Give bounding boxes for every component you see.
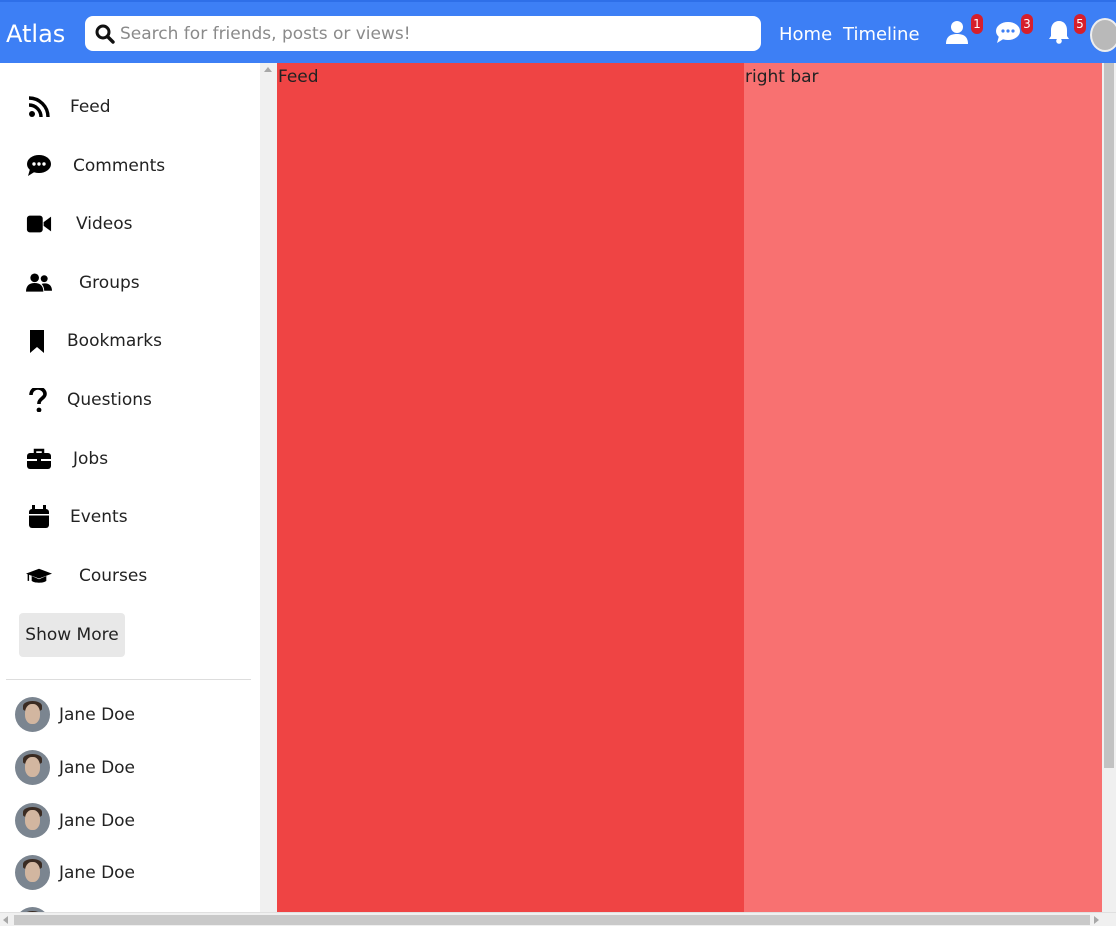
bell-icon [1049, 21, 1069, 44]
friend-avatar [15, 855, 50, 890]
top-bar: Atlas Home Timeline 1 3 5 [0, 0, 1116, 63]
show-more-button[interactable]: Show More [19, 613, 125, 657]
calendar-icon [29, 505, 49, 528]
friend-name: Jane Doe [59, 863, 136, 883]
sidebar-item-label: Bookmarks [67, 331, 162, 351]
notifications-button[interactable]: 5 [1048, 14, 1086, 46]
search-icon [95, 24, 115, 44]
friend-list-item[interactable]: Jane Doe [15, 750, 245, 786]
sidebar-item-videos[interactable]: Videos [0, 204, 250, 244]
sidebar-item-events[interactable]: Events [0, 497, 250, 537]
sidebar-item-label: Jobs [73, 449, 109, 469]
friend-list-item[interactable]: Jane Doe [15, 697, 245, 733]
friend-name: Jane Doe [59, 811, 136, 831]
sidebar-item-courses[interactable]: Courses [0, 556, 250, 596]
feed-panel: Feed [277, 63, 744, 912]
user-icon [946, 21, 968, 44]
friends-badge: 1 [971, 14, 983, 34]
scrollbar-thumb[interactable] [14, 915, 1090, 925]
scroll-right-arrow-icon[interactable] [1094, 916, 1099, 924]
sidebar-item-label: Groups [79, 273, 140, 293]
sidebar-item-label: Courses [79, 566, 148, 586]
search-input[interactable] [120, 18, 761, 49]
users-icon [26, 273, 52, 292]
graduation-cap-icon [26, 568, 52, 583]
search-bar[interactable] [85, 16, 761, 51]
right-bar-panel: right bar [744, 63, 1102, 912]
friend-list-item[interactable]: Jane Doe [15, 855, 245, 891]
bookmark-icon [30, 330, 44, 353]
page-vertical-scrollbar[interactable] [1102, 63, 1116, 912]
sidebar-item-questions[interactable]: Questions [0, 380, 250, 420]
scroll-left-arrow-icon[interactable] [3, 916, 8, 924]
left-sidebar: Feed Comments Videos Groups Bookmarks Qu… [0, 63, 260, 912]
profile-avatar[interactable] [1090, 18, 1116, 52]
sidebar-item-comments[interactable]: Comments [0, 146, 250, 186]
briefcase-icon [27, 448, 51, 469]
sidebar-item-groups[interactable]: Groups [0, 263, 250, 303]
question-icon [29, 388, 47, 412]
messages-button[interactable]: 3 [995, 14, 1033, 46]
notifications-badge: 5 [1074, 14, 1086, 34]
sidebar-item-label: Videos [76, 214, 133, 234]
video-camera-icon [26, 215, 52, 233]
sidebar-item-label: Questions [67, 390, 152, 410]
friend-avatar [15, 697, 50, 732]
rss-icon [28, 96, 50, 118]
messages-badge: 3 [1021, 14, 1033, 34]
feed-label: Feed [278, 67, 319, 87]
app-logo[interactable]: Atlas [6, 20, 65, 48]
friend-name: Jane Doe [59, 758, 136, 778]
chat-icon [996, 22, 1020, 43]
friend-avatar [15, 803, 50, 838]
scrollbar-thumb[interactable] [1104, 63, 1114, 768]
friends-button[interactable]: 1 [945, 14, 983, 46]
sidebar-divider [6, 679, 251, 680]
sidebar-item-feed[interactable]: Feed [0, 87, 250, 127]
friend-avatar [15, 750, 50, 785]
right-bar-label: right bar [745, 67, 819, 87]
horizontal-scrollbar[interactable] [0, 912, 1116, 926]
scroll-up-arrow-icon[interactable] [264, 67, 272, 72]
friend-list-item[interactable]: Jane Doe [15, 803, 245, 839]
sidebar-item-label: Events [70, 507, 128, 527]
sidebar-item-bookmarks[interactable]: Bookmarks [0, 321, 250, 361]
comment-icon [27, 155, 51, 176]
sidebar-item-label: Feed [70, 97, 111, 117]
home-link[interactable]: Home [779, 24, 832, 45]
sidebar-scrollbar[interactable] [260, 63, 277, 912]
sidebar-item-label: Comments [73, 156, 166, 176]
timeline-link[interactable]: Timeline [843, 24, 920, 45]
sidebar-item-jobs[interactable]: Jobs [0, 439, 250, 479]
friend-name: Jane Doe [59, 705, 136, 725]
